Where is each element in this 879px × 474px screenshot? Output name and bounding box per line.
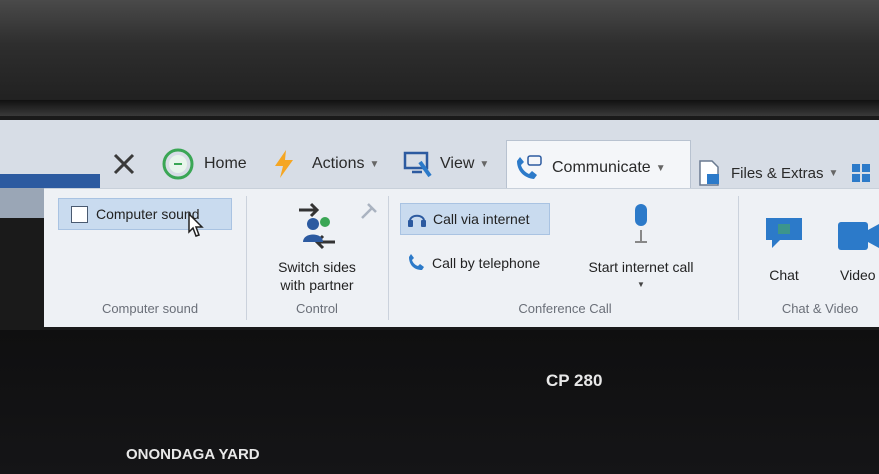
group-label-chat-video: Chat & Video [781,301,859,316]
window-titlebar-strip [0,174,100,188]
windows-icon [852,164,871,182]
tab-communicate[interactable]: Communicate ▼ [512,150,666,186]
computer-sound-label: Computer sound [96,206,200,222]
start-internet-call-button[interactable]: Start internet call ▼ [574,200,708,294]
monitor-icon [403,151,432,178]
call-by-telephone-label: Call by telephone [432,255,541,271]
group-label-conference-call: Conference Call [518,301,612,316]
tab-home-label: Home [204,155,247,172]
chevron-down-icon: ▼ [369,158,380,170]
phone-icon [406,253,426,273]
monitor-bezel-edge [0,100,879,116]
tab-actions[interactable]: Actions ▼ [272,146,379,182]
chevron-down-icon: ▼ [479,158,490,170]
file-icon [699,160,719,186]
video-label: Video [840,267,876,283]
chevron-down-icon: ▼ [655,162,666,174]
tab-files-extras[interactable]: Files & Extras ▼ [695,155,872,191]
chat-label: Chat [769,267,799,283]
tab-home[interactable]: Home [160,146,247,182]
close-button[interactable] [110,146,138,182]
switch-sides-label-2: with partner [280,277,354,293]
home-icon [162,148,194,180]
mouse-cursor-icon [188,212,204,237]
chat-icon [766,218,802,248]
switch-sides-label-1: Switch sides [278,259,356,275]
lightning-icon [275,150,293,178]
group-label-control: Control [296,301,338,316]
ribbon-left-edge [0,188,44,218]
pin-icon [361,203,377,219]
headset-icon [407,210,427,228]
phone-chat-icon [517,155,542,179]
remote-screen-label-cp280: CP 280 [546,371,603,390]
remote-screen-label-onondaga: ONONDAGA YARD [126,446,260,463]
tab-view[interactable]: View ▼ [402,146,489,182]
close-icon [113,153,135,175]
tab-files-extras-label: Files & Extras [731,164,824,182]
tab-communicate-label: Communicate [552,159,651,176]
tab-actions-label: Actions [312,155,365,172]
switch-sides-icon [299,202,335,250]
chevron-down-icon: ▼ [828,167,839,179]
call-by-telephone-button[interactable]: Call by telephone [400,248,540,278]
group-separator [246,196,247,320]
tab-view-label: View [440,155,475,172]
switch-sides-button[interactable]: Switch sides with partner [262,198,372,294]
microphone-icon [635,204,647,243]
checkbox-box[interactable] [71,205,88,223]
call-via-internet-label: Call via internet [433,211,530,227]
group-separator [738,196,739,320]
group-separator [388,196,389,320]
start-internet-call-label: Start internet call [588,259,694,275]
video-button[interactable]: Video [830,218,879,284]
group-label-computer-sound: Computer sound [101,301,199,316]
chevron-down-icon: ▼ [637,280,645,289]
call-via-internet-button[interactable]: Call via internet [400,203,550,235]
monitor-bezel [0,0,879,110]
video-camera-icon [838,222,879,250]
chat-button[interactable]: Chat [752,214,816,284]
